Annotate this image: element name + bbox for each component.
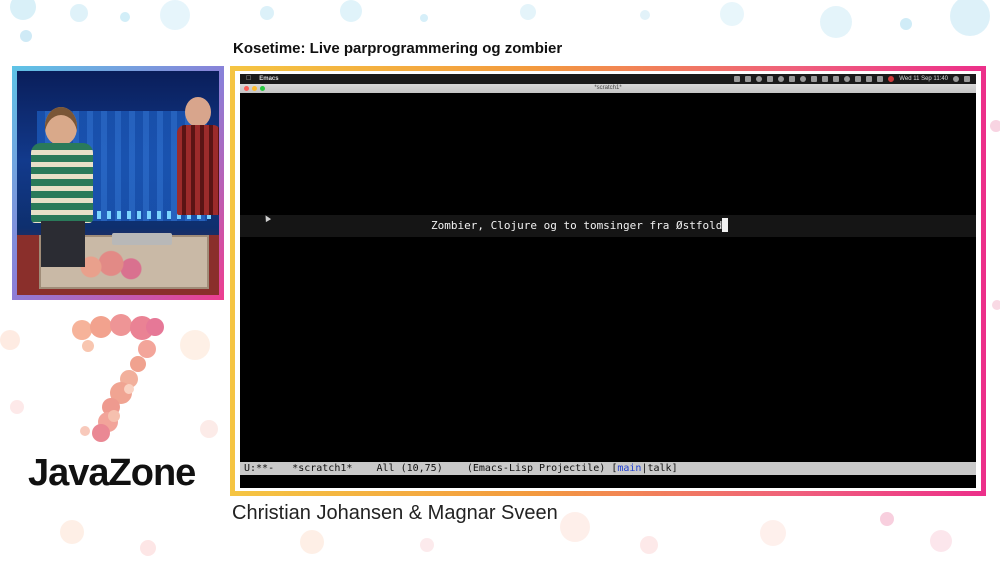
wifi-icon[interactable] [844, 76, 851, 82]
tray-icon[interactable] [756, 76, 763, 82]
buffer-text-line: Zombier, Clojure og to tomsinger fra Øst… [431, 218, 729, 232]
tray-icon[interactable] [789, 76, 796, 82]
brand-name: JavaZone [28, 452, 196, 494]
speaker-names: Christian Johansen & Magnar Sveen [232, 502, 558, 524]
notification-center-icon[interactable] [964, 76, 970, 82]
talk-title: Kosetime: Live parprogrammering og zombi… [233, 40, 563, 57]
mac-menubar:  Emacs Wed 11 Sep 11:40 [240, 74, 976, 84]
buffer-text: Zombier, Clojure og to tomsinger fra Øst… [431, 219, 723, 232]
search-icon[interactable] [953, 76, 959, 82]
mode-line-bracket: ] [671, 463, 678, 474]
tray-icon[interactable] [800, 76, 807, 82]
emacs-echo-area[interactable] [240, 475, 976, 488]
tray-icon[interactable] [734, 76, 741, 82]
window-title: *scratch1* [594, 85, 622, 91]
mode-line-buffer-name: *scratch1* [292, 463, 353, 474]
mode-line-modes: (Emacs-Lisp Projectile) [466, 463, 606, 474]
volume-icon[interactable] [866, 76, 873, 82]
emacs-mode-line: U:**- *scratch1* All (10,75) (Emacs-Lisp… [240, 462, 976, 475]
speaker-right [177, 97, 219, 237]
apple-icon[interactable]:  [246, 74, 251, 84]
tray-icon[interactable] [811, 76, 818, 82]
camera-feed [17, 71, 219, 295]
laptop [112, 233, 172, 245]
emacs-buffer[interactable]: Zombier, Clojure og to tomsinger fra Øst… [240, 93, 976, 462]
camera-feed-frame [12, 66, 224, 300]
speaker-left [27, 107, 97, 267]
tray-icon[interactable] [745, 76, 752, 82]
recording-icon[interactable] [888, 76, 895, 82]
mode-line-branch[interactable]: main [617, 463, 641, 474]
tray-icon[interactable] [833, 76, 840, 82]
tray-icon[interactable] [767, 76, 774, 82]
tray-icon[interactable] [822, 76, 829, 82]
mode-line-extra: talk [647, 463, 672, 474]
menubar-app-name[interactable]: Emacs [259, 74, 278, 84]
emacs-titlebar: *scratch1* [240, 84, 976, 93]
screen-share:  Emacs Wed 11 Sep 11:40 [235, 71, 981, 491]
bluetooth-icon[interactable] [855, 76, 862, 82]
mode-line-status: U:**- [244, 463, 275, 474]
mode-line-position: All (10,75) [376, 463, 443, 474]
screen-share-frame:  Emacs Wed 11 Sep 11:40 [230, 66, 986, 496]
battery-icon[interactable] [877, 76, 884, 82]
tray-icon[interactable] [778, 76, 785, 82]
menubar-clock[interactable]: Wed 11 Sep 11:40 [899, 74, 948, 84]
menubar-status-area: Wed 11 Sep 11:40 [734, 74, 970, 84]
text-cursor [722, 218, 729, 232]
javazone-seven-logo [72, 314, 167, 444]
